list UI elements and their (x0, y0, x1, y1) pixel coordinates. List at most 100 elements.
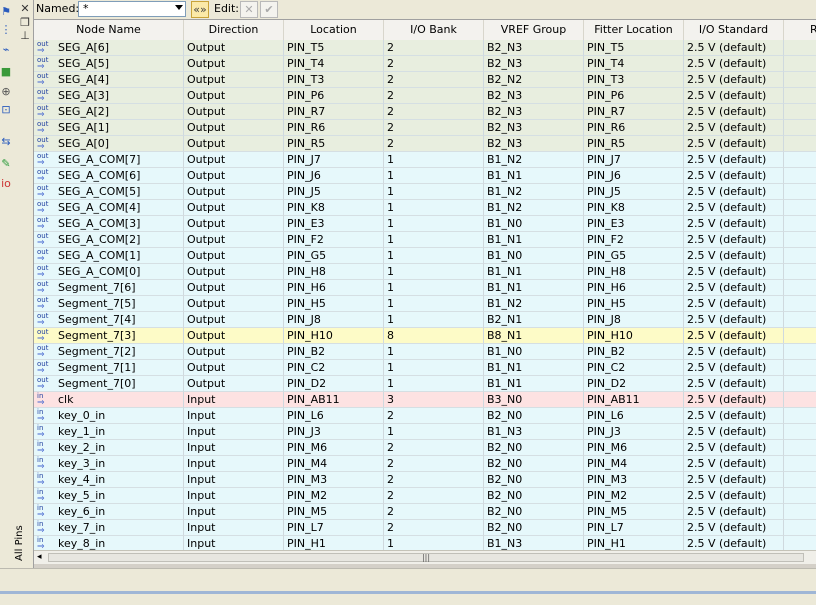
node-name-cell[interactable]: Segment_7[2] out ⇒ (34, 344, 184, 360)
col-direction[interactable]: Direction (184, 20, 284, 40)
vref-group-cell[interactable]: B2_N0 (484, 408, 584, 424)
fitter-location-cell[interactable]: PIN_H6 (584, 280, 684, 296)
node-name-cell[interactable]: Segment_7[0] out ⇒ (34, 376, 184, 392)
vref-group-cell[interactable]: B1_N2 (484, 152, 584, 168)
scroll-left-icon[interactable]: ◂ (37, 552, 42, 562)
fitter-location-cell[interactable]: PIN_T3 (584, 72, 684, 88)
location-cell[interactable]: PIN_H10 (284, 328, 384, 344)
location-cell[interactable]: PIN_H8 (284, 264, 384, 280)
node-name-cell[interactable]: Segment_7[5] out ⇒ (34, 296, 184, 312)
fitter-location-cell[interactable]: PIN_G5 (584, 248, 684, 264)
fitter-location-cell[interactable]: PIN_B2 (584, 344, 684, 360)
node-name-cell[interactable]: SEG_A_COM[4] out ⇒ (34, 200, 184, 216)
io-bank-cell[interactable]: 2 (384, 40, 484, 56)
io-bank-cell[interactable]: 1 (384, 280, 484, 296)
direction-cell[interactable]: Output (184, 264, 284, 280)
vref-group-cell[interactable]: B2_N0 (484, 456, 584, 472)
direction-cell[interactable]: Output (184, 104, 284, 120)
vref-group-cell[interactable]: B1_N2 (484, 184, 584, 200)
direction-cell[interactable]: Output (184, 248, 284, 264)
io-bank-cell[interactable]: 1 (384, 168, 484, 184)
reserved-cell[interactable] (784, 200, 816, 216)
io-bank-cell[interactable]: 1 (384, 536, 484, 550)
fitter-location-cell[interactable]: PIN_J3 (584, 424, 684, 440)
vref-group-cell[interactable]: B2_N3 (484, 120, 584, 136)
direction-cell[interactable]: Input (184, 456, 284, 472)
vref-group-cell[interactable]: B2_N1 (484, 312, 584, 328)
direction-cell[interactable]: Output (184, 184, 284, 200)
table-row[interactable]: SEG_A_COM[6] out ⇒ Output PIN_J6 1 B1_N1 PIN_J6… (34, 168, 816, 184)
io-bank-cell[interactable]: 2 (384, 136, 484, 152)
table-row[interactable]: SEG_A[5] out ⇒ Output PIN_T4 2 B2_N3 PIN_T4 2.5 … (34, 56, 816, 72)
all-pins-tab[interactable]: All Pins (14, 525, 25, 561)
reserved-cell[interactable] (784, 520, 816, 536)
direction-cell[interactable]: Output (184, 120, 284, 136)
direction-cell[interactable]: Output (184, 296, 284, 312)
direction-cell[interactable]: Input (184, 424, 284, 440)
location-cell[interactable]: PIN_R7 (284, 104, 384, 120)
location-cell[interactable]: PIN_R5 (284, 136, 384, 152)
io-standard-cell[interactable]: 2.5 V (default) (684, 88, 784, 104)
table-row[interactable]: key_1_in in ⇒ Input PIN_J3 1 B1_N3 PIN_J3 2.5 V … (34, 424, 816, 440)
location-cell[interactable]: PIN_J8 (284, 312, 384, 328)
direction-cell[interactable]: Input (184, 520, 284, 536)
direction-cell[interactable]: Output (184, 280, 284, 296)
reserved-cell[interactable] (784, 216, 816, 232)
table-row[interactable]: SEG_A[6] out ⇒ Output PIN_T5 2 B2_N3 PIN_T5 2.5 … (34, 40, 816, 56)
direction-cell[interactable]: Output (184, 136, 284, 152)
fitter-location-cell[interactable]: PIN_L7 (584, 520, 684, 536)
location-cell[interactable]: PIN_G5 (284, 248, 384, 264)
location-cell[interactable]: PIN_T3 (284, 72, 384, 88)
col-fitter-location[interactable]: Fitter Location (584, 20, 684, 40)
direction-cell[interactable]: Input (184, 408, 284, 424)
table-row[interactable]: SEG_A_COM[2] out ⇒ Output PIN_F2 1 B1_N1 PIN_F2… (34, 232, 816, 248)
io-standard-cell[interactable]: 2.5 V (default) (684, 184, 784, 200)
col-location[interactable]: Location (284, 20, 384, 40)
reserved-cell[interactable] (784, 360, 816, 376)
reserved-cell[interactable] (784, 56, 816, 72)
io-standard-cell[interactable]: 2.5 V (default) (684, 296, 784, 312)
node-name-cell[interactable]: Segment_7[3] out ⇒ (34, 328, 184, 344)
node-name-cell[interactable]: SEG_A_COM[2] out ⇒ (34, 232, 184, 248)
accept-edit-button[interactable]: ✔ (260, 1, 278, 18)
io-standard-cell[interactable]: 2.5 V (default) (684, 120, 784, 136)
io-bank-cell[interactable]: 2 (384, 488, 484, 504)
node-name-cell[interactable]: SEG_A[5] out ⇒ (34, 56, 184, 72)
fitter-location-cell[interactable]: PIN_F2 (584, 232, 684, 248)
node-name-cell[interactable]: SEG_A_COM[1] out ⇒ (34, 248, 184, 264)
col-reserved[interactable]: R (784, 20, 816, 40)
io-standard-cell[interactable]: 2.5 V (default) (684, 280, 784, 296)
io-bank-cell[interactable]: 2 (384, 504, 484, 520)
reserved-cell[interactable] (784, 232, 816, 248)
io-standard-cell[interactable]: 2.5 V (default) (684, 456, 784, 472)
table-row[interactable]: SEG_A_COM[5] out ⇒ Output PIN_J5 1 B1_N2 PIN_J5… (34, 184, 816, 200)
io-standard-cell[interactable]: 2.5 V (default) (684, 168, 784, 184)
io-bank-cell[interactable]: 2 (384, 520, 484, 536)
node-name-cell[interactable]: key_6_in in ⇒ (34, 504, 184, 520)
io-bank-cell[interactable]: 1 (384, 184, 484, 200)
io-standard-cell[interactable]: 2.5 V (default) (684, 40, 784, 56)
edit-pencil-icon[interactable]: ✎ (0, 158, 12, 170)
vref-group-cell[interactable]: B2_N0 (484, 472, 584, 488)
io-bank-cell[interactable]: 2 (384, 88, 484, 104)
node-name-cell[interactable]: SEG_A[3] out ⇒ (34, 88, 184, 104)
reserved-cell[interactable] (784, 264, 816, 280)
close-icon[interactable]: ✕ (19, 3, 31, 15)
direction-cell[interactable]: Output (184, 328, 284, 344)
node-name-cell[interactable]: SEG_A[0] out ⇒ (34, 136, 184, 152)
fitter-location-cell[interactable]: PIN_M5 (584, 504, 684, 520)
reserved-cell[interactable] (784, 536, 816, 550)
table-row[interactable]: Segment_7[3] out ⇒ Output PIN_H10 8 B8_N1 PIN_H… (34, 328, 816, 344)
location-cell[interactable]: PIN_M6 (284, 440, 384, 456)
expand-filter-button[interactable]: «» (191, 1, 209, 18)
direction-cell[interactable]: Input (184, 536, 284, 550)
io-standard-cell[interactable]: 2.5 V (default) (684, 200, 784, 216)
lock-icon[interactable]: ⊡ (0, 104, 12, 116)
direction-cell[interactable]: Output (184, 56, 284, 72)
vref-group-cell[interactable]: B1_N0 (484, 248, 584, 264)
location-cell[interactable]: PIN_T4 (284, 56, 384, 72)
vref-group-cell[interactable]: B1_N3 (484, 424, 584, 440)
scrollbar-thumb[interactable]: ||| (48, 553, 804, 562)
io-standard-cell[interactable]: 2.5 V (default) (684, 248, 784, 264)
fitter-location-cell[interactable]: PIN_E3 (584, 216, 684, 232)
